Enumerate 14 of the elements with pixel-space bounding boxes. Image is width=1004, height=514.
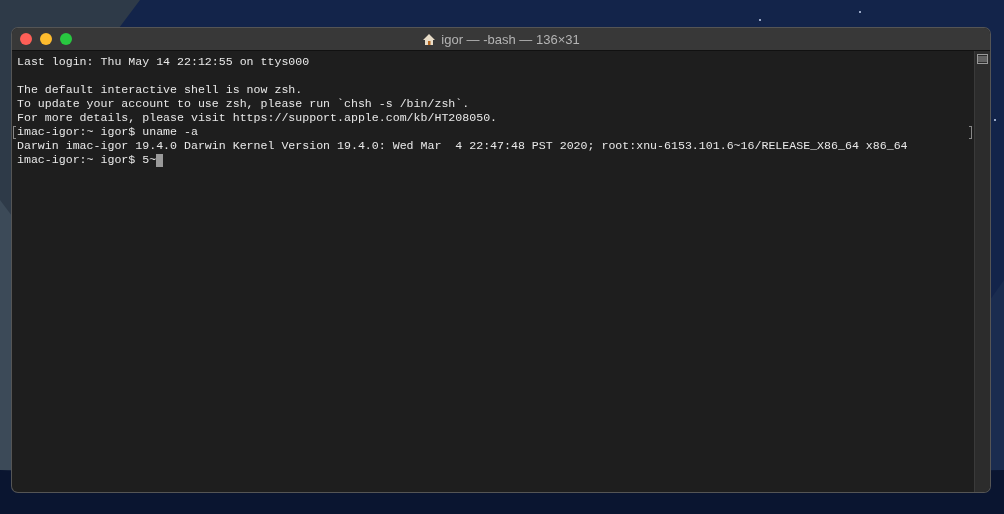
terminal-line: For more details, please visit https://support.apple.com/kb/HT208050. [17,111,498,125]
terminal-line: Darwin imac-igor 19.4.0 Darwin Kernel Version 19.4.0: Wed Mar 4 22:47:48 PST 2020; root:xnu-6153.101.6~16/RELEASE_X86_64 x86_64 [17,139,908,153]
terminal-line: The default interactive shell is now zsh. [17,83,303,97]
split-pane-icon[interactable] [977,54,988,64]
house-icon [422,32,437,46]
terminal-line: imac-igor:~ igor$ uname -a [17,125,198,139]
minimize-button[interactable] [40,33,52,45]
terminal-line: imac-igor:~ igor$ 5~ [17,153,157,167]
window-title: igor — -bash — 136×31 [441,31,580,47]
zoom-button[interactable] [60,33,72,45]
terminal-line: Last login: Thu May 14 22:12:55 on ttys000 [17,55,310,69]
scroll-bar[interactable] [974,51,990,492]
close-button[interactable] [20,33,32,45]
terminal-line: To update your account to use zsh, please run `chsh -s /bin/zsh`. [17,97,470,111]
